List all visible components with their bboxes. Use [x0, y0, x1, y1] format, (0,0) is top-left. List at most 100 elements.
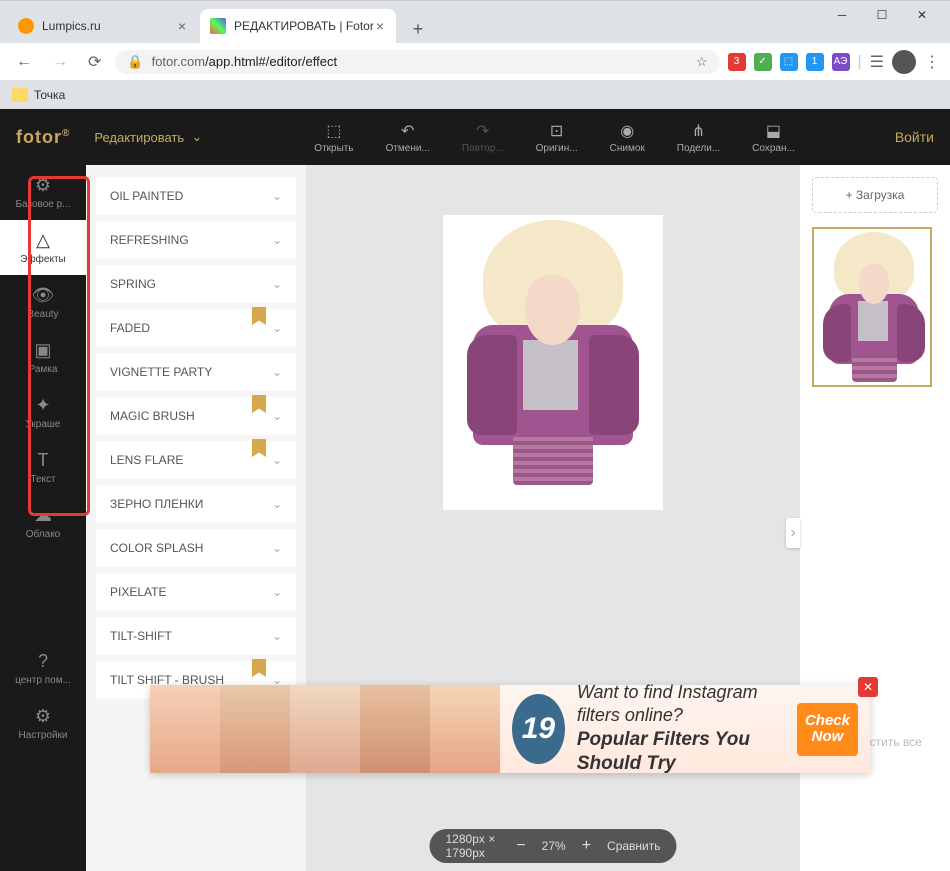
portrait-illustration — [814, 229, 930, 385]
left-sidebar: ⚙Базовое р... △Эффекты 👁Beauty ▣Рамка ✦У… — [0, 165, 86, 871]
premium-badge-icon — [252, 439, 266, 457]
url-host: fotor.com — [152, 54, 205, 69]
ad-text: Want to find Instagram filters online?Po… — [577, 681, 797, 777]
compare-button[interactable]: Сравнить — [607, 839, 660, 853]
close-icon[interactable]: × — [374, 18, 386, 34]
effect-film-grain[interactable]: ЗЕРНО ПЛЕНКИ⌄ — [96, 485, 296, 523]
extension-icon[interactable]: ⬚ — [780, 53, 798, 71]
extension-icon[interactable]: АЭ — [832, 53, 850, 71]
effect-vignette-party[interactable]: VIGNETTE PARTY⌄ — [96, 353, 296, 391]
effect-pixelate[interactable]: PIXELATE⌄ — [96, 573, 296, 611]
effect-spring[interactable]: SPRING⌄ — [96, 265, 296, 303]
eye-icon: 👁 — [32, 285, 55, 306]
zoom-out-button[interactable]: − — [516, 837, 525, 855]
ad-banner[interactable]: 19 Want to find Instagram filters online… — [150, 685, 870, 773]
zoom-level: 27% — [542, 839, 566, 853]
chevron-down-icon: ⌄ — [272, 541, 282, 555]
chevron-down-icon: ⌄ — [272, 233, 282, 247]
ad-cta-button[interactable]: CheckNow — [797, 703, 858, 756]
sidebar-item-decorate[interactable]: ✦Украше — [0, 385, 86, 440]
sidebar-item-settings[interactable]: ⚙Настройки — [0, 696, 86, 751]
menu-icon[interactable]: ⋮ — [924, 52, 940, 72]
sidebar-item-effects[interactable]: △Эффекты — [0, 220, 86, 275]
chevron-down-icon: ⌄ — [272, 629, 282, 643]
redo-button: ↷Повтор... — [462, 121, 504, 154]
extension-icon[interactable]: 1 — [806, 53, 824, 71]
effect-tilt-shift[interactable]: TILT-SHIFT⌄ — [96, 617, 296, 655]
edit-dropdown[interactable]: Редактировать ⌄ — [94, 129, 202, 145]
share-button[interactable]: ⋔Подели... — [677, 121, 720, 154]
tab-lumpics[interactable]: Lumpics.ru × — [8, 9, 198, 43]
tab-fotor[interactable]: РЕДАКТИРОВАТЬ | Fotor × — [200, 9, 396, 43]
url-input[interactable]: 🔒 fotor.com/app.html#/editor/effect ☆ — [115, 50, 719, 74]
star-icon[interactable]: ☆ — [696, 54, 708, 70]
upload-button[interactable]: + Загрузка — [812, 177, 938, 213]
cloud-icon: ☁ — [34, 505, 52, 526]
sidebar-item-text[interactable]: TТекст — [0, 440, 86, 495]
zoom-bar: 1280px × 1790px − 27% + Сравнить — [430, 829, 677, 863]
snapshot-icon: ◉ — [620, 121, 634, 141]
close-window-button[interactable]: ✕ — [902, 0, 942, 30]
gear-icon: ⚙ — [35, 706, 51, 727]
tab-title: РЕДАКТИРОВАТЬ | Fotor — [234, 19, 374, 33]
ad-image — [150, 685, 500, 773]
text-icon: T — [38, 450, 49, 471]
image-thumbnail[interactable] — [812, 227, 932, 387]
reading-list-icon[interactable]: ☰ — [870, 52, 884, 72]
sidebar-item-help[interactable]: ?центр пом... — [0, 641, 86, 696]
close-icon[interactable]: × — [176, 18, 188, 34]
sliders-icon: ⚙ — [35, 175, 51, 196]
undo-button[interactable]: ↶Отмени... — [386, 121, 430, 154]
lock-icon: 🔒 — [127, 54, 143, 70]
effect-lens-flare[interactable]: LENS FLARE⌄ — [96, 441, 296, 479]
chevron-down-icon: ⌄ — [272, 497, 282, 511]
header-toolbar: ⬚Открыть ↶Отмени... ↷Повтор... ⊡Оригин..… — [314, 121, 795, 154]
chevron-down-icon: ⌄ — [272, 277, 282, 291]
panel-expand-handle[interactable]: › — [786, 518, 800, 548]
sidebar-item-basic[interactable]: ⚙Базовое р... — [0, 165, 86, 220]
extension-icons: 3 ✓ ⬚ 1 АЭ | ☰ ⋮ — [728, 50, 941, 74]
ad-close-button[interactable]: ✕ — [858, 677, 878, 697]
zoom-in-button[interactable]: + — [582, 837, 591, 855]
address-bar: ← → ⟳ 🔒 fotor.com/app.html#/editor/effec… — [0, 43, 950, 81]
original-button[interactable]: ⊡Оригин... — [536, 121, 578, 154]
sidebar-item-cloud[interactable]: ☁Облако — [0, 495, 86, 550]
ad-number: 19 — [512, 694, 565, 764]
premium-badge-icon — [252, 395, 266, 413]
new-tab-button[interactable]: + — [404, 15, 432, 43]
save-button[interactable]: ⬓Сохран... — [752, 121, 795, 154]
effect-oil-painted[interactable]: OIL PAINTED⌄ — [96, 177, 296, 215]
sidebar-item-beauty[interactable]: 👁Beauty — [0, 275, 86, 330]
maximize-button[interactable]: ☐ — [862, 0, 902, 30]
extension-icon[interactable]: ✓ — [754, 53, 772, 71]
open-icon: ⬚ — [326, 121, 341, 141]
back-button[interactable]: ← — [10, 53, 38, 71]
url-path: /app.html#/editor/effect — [205, 54, 337, 69]
profile-avatar[interactable] — [892, 50, 916, 74]
portrait-illustration — [443, 215, 663, 510]
reload-button[interactable]: ⟳ — [82, 52, 107, 72]
bookmark-item[interactable]: Точка — [34, 88, 65, 102]
forward-button[interactable]: → — [46, 53, 74, 71]
minimize-button[interactable]: ─ — [822, 0, 862, 30]
canvas-image[interactable] — [443, 215, 663, 510]
open-button[interactable]: ⬚Открыть — [314, 121, 353, 154]
extension-icon[interactable]: 3 — [728, 53, 746, 71]
effects-icon: △ — [36, 230, 50, 251]
effect-faded[interactable]: FADED⌄ — [96, 309, 296, 347]
fotor-logo[interactable]: fotor® — [16, 127, 70, 148]
premium-badge-icon — [252, 307, 266, 325]
login-button[interactable]: Войти — [895, 129, 934, 145]
favicon — [18, 18, 34, 34]
redo-icon: ↷ — [476, 121, 489, 141]
sidebar-item-frame[interactable]: ▣Рамка — [0, 330, 86, 385]
effect-refreshing[interactable]: REFRESHING⌄ — [96, 221, 296, 259]
frame-icon: ▣ — [34, 340, 51, 361]
snapshot-button[interactable]: ◉Снимок — [610, 121, 645, 154]
effect-color-splash[interactable]: COLOR SPLASH⌄ — [96, 529, 296, 567]
star-icon: ✦ — [35, 395, 50, 416]
effect-magic-brush[interactable]: MAGIC BRUSH⌄ — [96, 397, 296, 435]
chevron-down-icon: ⌄ — [272, 321, 282, 335]
premium-badge-icon — [252, 659, 266, 677]
chevron-down-icon: ⌄ — [272, 189, 282, 203]
